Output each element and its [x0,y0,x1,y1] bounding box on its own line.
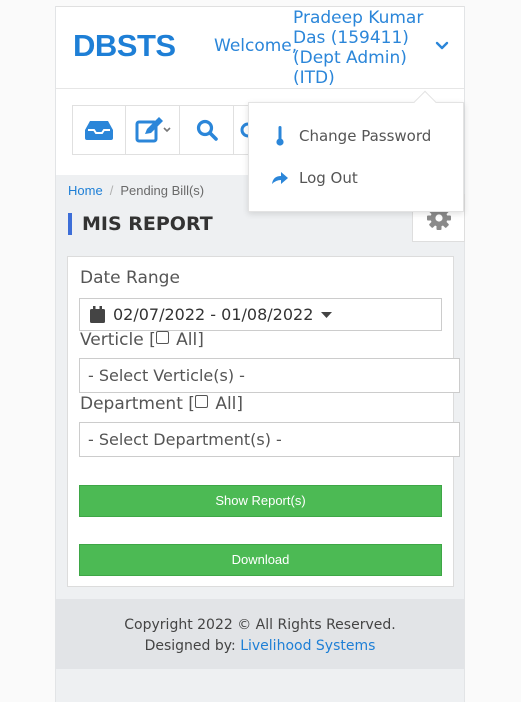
edit-menu-button[interactable] [126,106,180,154]
date-range-label: Date Range [80,268,180,288]
top-header: DBSTS Welcome, Pradeep Kumar Das (159411… [56,6,464,89]
breadcrumb: Home / Pending Bill(s) [68,183,204,198]
designed-by-line: Designed by: Livelihood Systems [56,636,464,657]
verticle-label-text: Verticle [ [80,330,156,350]
report-form-card: Date Range 02/07/2022 - 01/08/2022 Verti… [67,256,460,587]
designed-by-label: Designed by: [144,638,236,654]
breadcrumb-current: Pending Bill(s) [120,183,205,198]
department-all-text: All] [215,394,244,414]
verticle-label: Verticle [ All] [80,330,204,350]
footer: Copyright 2022 © All Rights Reserved. De… [56,599,464,669]
calendar-icon [90,306,105,323]
page-title: MIS REPORT [68,213,213,235]
change-password-item[interactable]: Change Password [269,125,431,147]
app-logo[interactable]: DBSTS [73,28,176,64]
app-frame: DBSTS Welcome, Pradeep Kumar Das (159411… [55,6,465,702]
department-all-checkbox[interactable] [194,395,208,408]
date-range-picker[interactable]: 02/07/2022 - 01/08/2022 [79,298,442,331]
show-report-button[interactable]: Show Report(s) [79,485,442,517]
user-dropdown-menu: Change Password Log Out [248,90,464,212]
search-button[interactable] [180,106,234,154]
department-select[interactable]: - Select Department(s) - [79,422,460,457]
verticle-select[interactable]: - Select Verticle(s) - [79,358,460,393]
inbox-icon [85,121,113,140]
edit-icon [135,117,171,143]
change-password-label: Change Password [299,127,432,145]
user-menu-toggle[interactable]: Pradeep Kumar Das (159411) (Dept Admin) … [293,8,428,88]
log-out-label: Log Out [299,169,358,187]
copyright-text: Copyright 2022 © All Rights Reserved. [124,617,396,633]
breadcrumb-home-link[interactable]: Home [68,183,103,198]
date-range-value: 02/07/2022 - 01/08/2022 [113,305,314,324]
quick-toolbar [72,105,263,155]
chevron-down-icon[interactable] [434,38,450,54]
welcome-text: Welcome, [214,36,298,56]
department-label-text: Department [ [80,394,195,414]
breadcrumb-separator: / [109,183,114,198]
inbox-button[interactable] [73,106,126,154]
verticle-all-text: All] [176,330,204,350]
department-label: Department [ All] [80,394,243,414]
search-icon [196,119,218,141]
verticle-all-checkbox[interactable] [155,331,169,344]
log-out-item[interactable]: Log Out [269,169,358,187]
company-link[interactable]: Livelihood Systems [240,638,375,654]
thermometer-icon [269,125,291,147]
download-button[interactable]: Download [79,544,442,576]
caret-down-icon [321,311,333,318]
share-arrow-icon [269,171,291,185]
